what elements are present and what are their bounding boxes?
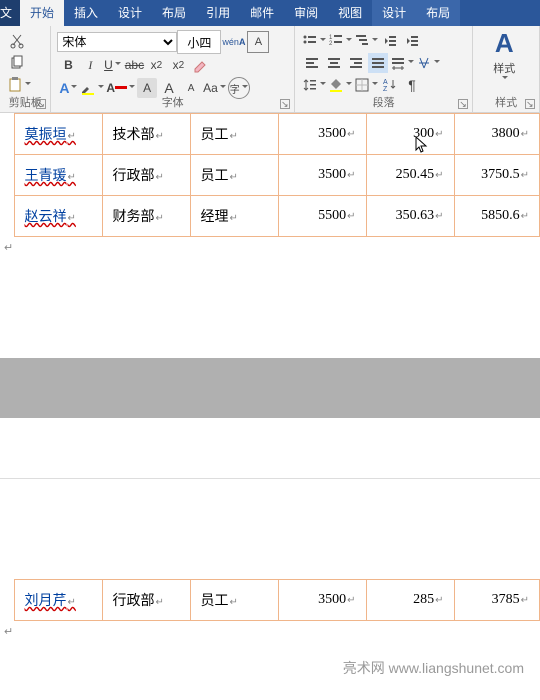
cell-name: 刘月芹: [25, 594, 67, 609]
numbering-button[interactable]: 12: [328, 31, 352, 51]
cell-c1: 3500: [318, 592, 346, 607]
tab-design[interactable]: 设计: [108, 0, 152, 26]
table-row[interactable]: 莫振垣↵ 技术部↵ 员工↵ 3500↵ 300↵ 3800↵: [0, 114, 540, 155]
document-page-2: 刘月芹↵ 行政部↵ 员工↵ 3500↵ 285↵ 3785↵ ↵ 亮术网 www…: [0, 478, 540, 700]
cell-title: 员工: [201, 169, 229, 184]
underline-button[interactable]: U: [102, 55, 122, 75]
tab-references[interactable]: 引用: [196, 0, 240, 26]
cell-dept: 行政部: [113, 169, 155, 184]
table-row[interactable]: 刘月芹↵ 行政部↵ 员工↵ 3500↵ 285↵ 3785↵: [0, 580, 540, 621]
paragraph-launcher-icon[interactable]: ↘: [458, 99, 468, 109]
show-marks-button[interactable]: ¶: [402, 75, 422, 95]
cell-c1: 3500: [318, 167, 346, 182]
italic-button[interactable]: I: [80, 55, 100, 75]
cell-c2: 250.45: [396, 167, 435, 182]
tab-insert[interactable]: 插入: [64, 0, 108, 26]
shading-button[interactable]: [328, 75, 352, 95]
svg-text:2: 2: [329, 41, 333, 47]
menu-bar: 文件 开始 插入 设计 布局 引用 邮件 审阅 视图 设计 布局: [0, 0, 540, 26]
group-paragraph: 12 AZ ¶ 段落 ↘: [295, 26, 473, 112]
font-name-select[interactable]: 宋体: [57, 32, 177, 52]
justify-button[interactable]: [368, 53, 388, 73]
increase-indent-button[interactable]: [402, 31, 422, 51]
paste-button[interactable]: [7, 75, 31, 95]
cell-c2: 350.63: [396, 208, 435, 223]
strikethrough-button[interactable]: abc: [124, 55, 144, 75]
group-font: 宋体 wénA A B I U abc x2 x2 A A A A A Aa 字…: [51, 26, 295, 112]
copy-icon[interactable]: [7, 53, 27, 73]
cell-c1: 5500: [318, 208, 346, 223]
clipboard-launcher-icon[interactable]: ↘: [36, 99, 46, 109]
cell-c2: 285: [413, 592, 434, 607]
align-left-button[interactable]: [302, 53, 322, 73]
group-clipboard: 剪贴板 ↘: [0, 26, 51, 112]
sort-button[interactable]: AZ: [380, 75, 400, 95]
decrease-indent-button[interactable]: [380, 31, 400, 51]
character-border-icon[interactable]: A: [247, 31, 269, 53]
tab-table-design[interactable]: 设计: [372, 0, 416, 26]
document-page-1: 莫振垣↵ 技术部↵ 员工↵ 3500↵ 300↵ 3800↵ 王青瑗↵ 行政部↵…: [0, 113, 540, 358]
asian-layout-button[interactable]: [416, 53, 440, 73]
tab-view[interactable]: 视图: [328, 0, 372, 26]
bullets-button[interactable]: [302, 31, 326, 51]
cut-icon[interactable]: [7, 31, 27, 51]
data-table-1[interactable]: 莫振垣↵ 技术部↵ 员工↵ 3500↵ 300↵ 3800↵ 王青瑗↵ 行政部↵…: [0, 113, 540, 237]
page-gap: [0, 358, 540, 418]
align-center-button[interactable]: [324, 53, 344, 73]
paragraph-mark-icon: ↵: [0, 237, 540, 258]
cell-dept: 行政部: [113, 594, 155, 609]
tab-mailings[interactable]: 邮件: [240, 0, 284, 26]
tab-file[interactable]: 文件: [0, 0, 20, 26]
line-spacing-button[interactable]: [302, 75, 326, 95]
group-label-font: 字体: [51, 94, 294, 110]
paragraph-mark-icon: ↵: [0, 621, 540, 642]
cell-c3: 3800: [492, 126, 520, 141]
subscript-button[interactable]: x2: [146, 55, 166, 75]
phonetic-guide-icon[interactable]: wénA: [222, 32, 245, 52]
font-launcher-icon[interactable]: ↘: [280, 99, 290, 109]
cell-title: 经理: [201, 210, 229, 225]
table-row[interactable]: 赵云祥↵ 财务部↵ 经理↵ 5500↵ 350.63↵ 5850.6↵: [0, 196, 540, 237]
data-table-2[interactable]: 刘月芹↵ 行政部↵ 员工↵ 3500↵ 285↵ 3785↵: [0, 579, 540, 621]
clear-formatting-icon[interactable]: [190, 55, 210, 75]
cell-c3: 3750.5: [481, 167, 520, 182]
cell-title: 员工: [201, 594, 229, 609]
mouse-cursor-icon: [415, 136, 429, 154]
cell-c1: 3500: [318, 126, 346, 141]
tab-layout[interactable]: 布局: [152, 0, 196, 26]
cell-title: 员工: [201, 128, 229, 143]
cell-name: 赵云祥: [25, 210, 67, 225]
font-size-input[interactable]: [177, 30, 221, 54]
tab-home[interactable]: 开始: [20, 0, 64, 26]
svg-text:Z: Z: [383, 86, 388, 93]
table-row[interactable]: 王青瑗↵ 行政部↵ 员工↵ 3500↵ 250.45↵ 3750.5↵: [0, 155, 540, 196]
cell-c3: 5850.6: [481, 208, 520, 223]
cell-name: 王青瑗: [25, 169, 67, 184]
styles-button[interactable]: A 样式: [480, 31, 528, 79]
align-right-button[interactable]: [346, 53, 366, 73]
tab-table-layout[interactable]: 布局: [416, 0, 460, 26]
cell-c3: 3785: [492, 592, 520, 607]
cell-dept: 技术部: [113, 128, 155, 143]
cell-dept: 财务部: [113, 210, 155, 225]
watermark: 亮术网 www.liangshunet.com: [0, 642, 540, 700]
tab-review[interactable]: 审阅: [284, 0, 328, 26]
svg-text:A: A: [383, 79, 388, 86]
group-label-paragraph: 段落: [295, 94, 472, 110]
cell-name: 莫振垣: [25, 128, 67, 143]
bold-button[interactable]: B: [58, 55, 78, 75]
superscript-button[interactable]: x2: [168, 55, 188, 75]
group-styles: A 样式 样式 ↘: [473, 26, 540, 112]
ribbon: 剪贴板 ↘ 宋体 wénA A B I U abc x2 x2 A A A A …: [0, 26, 540, 113]
borders-button[interactable]: [354, 75, 378, 95]
distributed-button[interactable]: [390, 53, 414, 73]
styles-launcher-icon[interactable]: ↘: [525, 99, 535, 109]
multilevel-list-button[interactable]: [354, 31, 378, 51]
